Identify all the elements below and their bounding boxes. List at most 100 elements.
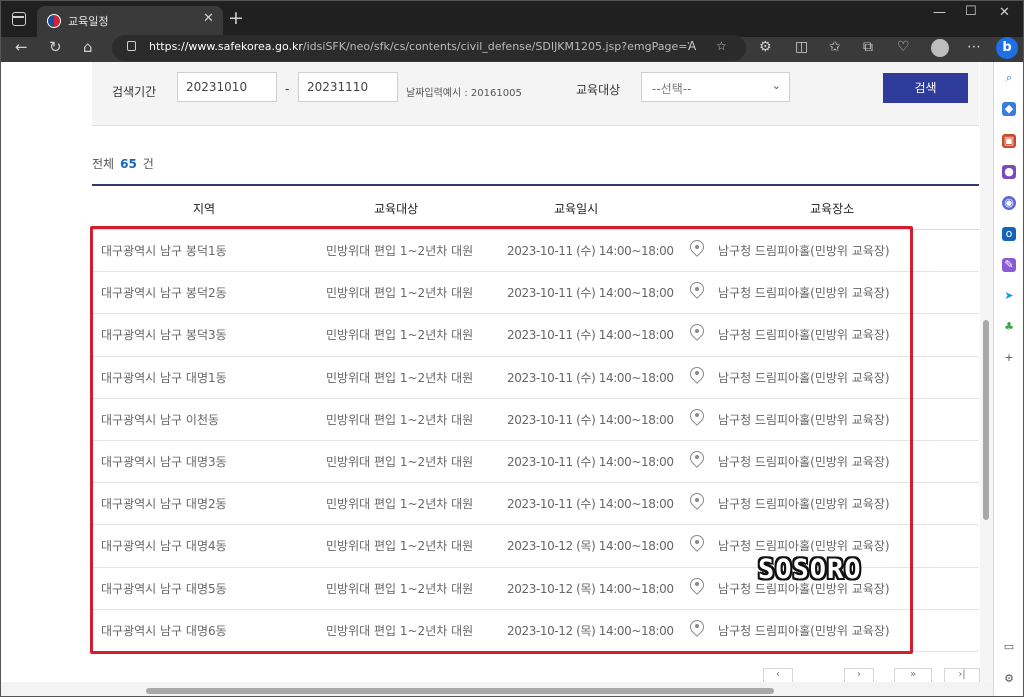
cell-region: 대구광역시 남구 대명4동: [101, 539, 227, 554]
pager-extra-button[interactable]: ›|: [944, 668, 980, 682]
read-aloud-icon[interactable]: A: [688, 39, 696, 53]
sidebar-settings-icon[interactable]: ⚙: [1002, 672, 1016, 686]
cell-place: 남구청 드림피아홀(민방위 교육장): [718, 623, 890, 638]
designer-icon[interactable]: ✎: [1002, 258, 1016, 272]
back-icon[interactable]: ←: [15, 38, 28, 56]
home-icon[interactable]: ⌂: [83, 38, 93, 56]
workspaces-icon[interactable]: [12, 12, 26, 26]
close-window-icon[interactable]: ✕: [999, 5, 1010, 20]
minimize-icon[interactable]: —: [933, 5, 946, 20]
tools-briefcase-icon[interactable]: ▣: [1002, 134, 1016, 148]
cell-region: 대구광역시 남구 봉덕1동: [101, 244, 227, 258]
browser-tab[interactable]: 교육일정 ✕: [37, 6, 223, 37]
tree-icon[interactable]: ♣: [1002, 320, 1016, 334]
map-pin-icon[interactable]: [690, 451, 704, 471]
end-date-input[interactable]: 20231110: [298, 72, 398, 102]
table-header: 지역 교육대상 교육일시 교육장소: [92, 184, 979, 230]
map-pin-icon[interactable]: [690, 324, 704, 344]
target-select-value: --선택--: [652, 82, 692, 96]
pager-next-button[interactable]: ›: [844, 668, 874, 682]
table-row[interactable]: 대구광역시 남구 대명6동 민방위대 편입 1~2년차 대원 2023-10-12 …: [92, 610, 979, 652]
cell-place: 남구청 드림피아홀(민방위 교육장): [718, 328, 890, 343]
chevron-down-icon: ⌄: [771, 79, 781, 92]
table-row[interactable]: 대구광역시 남구 봉덕2동 민방위대 편입 1~2년차 대원 2023-10-11 …: [92, 272, 979, 315]
horizontal-scroll-thumb[interactable]: [146, 688, 774, 694]
cell-region: 대구광역시 남구 이천동: [101, 412, 220, 427]
address-bar[interactable]: https://www.safekorea.go.kr/idsiSFK/neo/…: [112, 35, 746, 61]
total-number: 65: [120, 157, 137, 171]
vertical-scroll-thumb[interactable]: [983, 320, 989, 520]
map-pin-icon[interactable]: [690, 282, 704, 302]
copilot-icon[interactable]: ◉: [1002, 196, 1016, 210]
map-pin-icon[interactable]: [690, 367, 704, 387]
target-select[interactable]: --선택-- ⌄: [641, 72, 790, 102]
map-pin-icon[interactable]: [690, 240, 704, 260]
cell-datetime: 2023-10-11 (수) 14:00~18:00: [507, 286, 674, 301]
shopping-tag-icon[interactable]: ◆: [1002, 102, 1016, 116]
add-sidebar-app-icon[interactable]: +: [1002, 351, 1016, 365]
edge-sidebar: ⌕ ◆ ▣ ● ◉ o ✎ ➤ ♣ + ▭ ⚙: [993, 62, 1023, 696]
maximize-icon[interactable]: ☐: [965, 4, 977, 19]
url-text[interactable]: https://www.safekorea.go.kr/idsiSFK/neo/…: [149, 40, 689, 53]
search-icon[interactable]: ⌕: [1002, 71, 1016, 85]
cell-region: 대구광역시 남구 대명3동: [101, 454, 227, 469]
cell-region: 대구광역시 남구 봉덕2동: [101, 286, 227, 301]
search-panel: 검색기간 20231010 - 20231110 날짜입력예시 : 201610…: [92, 62, 979, 126]
table-row[interactable]: 대구광역시 남구 대명1동 민방위대 편입 1~2년차 대원 2023-10-11 …: [92, 357, 979, 399]
cell-target: 민방위대 편입 1~2년차 대원: [326, 370, 474, 385]
total-count: 전체 65 건: [92, 155, 154, 172]
horizontal-scrollbar[interactable]: [1, 682, 993, 696]
cell-place: 남구청 드림피아홀(민방위 교육장): [718, 370, 890, 385]
map-pin-icon[interactable]: [690, 535, 704, 555]
extensions-icon[interactable]: ⚙: [759, 39, 772, 55]
map-pin-icon[interactable]: [690, 578, 704, 598]
cell-datetime: 2023-10-11 (수) 14:00~18:00: [507, 370, 674, 385]
favorites-icon[interactable]: ✩: [829, 39, 841, 55]
vertical-scrollbar[interactable]: [980, 62, 993, 696]
cell-region: 대구광역시 남구 대명1동: [101, 370, 227, 385]
split-screen-icon[interactable]: ◫: [795, 39, 808, 55]
lock-icon[interactable]: [127, 41, 136, 51]
search-button[interactable]: 검색: [883, 73, 968, 103]
close-tab-icon[interactable]: ✕: [203, 11, 214, 26]
refresh-icon[interactable]: ↻: [49, 38, 62, 56]
table-row[interactable]: 대구광역시 남구 대명3동 민방위대 편입 1~2년차 대원 2023-10-11 …: [92, 441, 979, 484]
favorite-star-icon[interactable]: ☆: [716, 39, 727, 53]
pager-prev-button[interactable]: ‹: [763, 668, 793, 682]
browser-essentials-icon[interactable]: ♡: [897, 39, 910, 55]
cell-target: 민방위대 편입 1~2년차 대원: [326, 581, 474, 596]
target-label: 교육대상: [576, 83, 621, 97]
header-target: 교육대상: [374, 202, 419, 216]
sidebar-layout-icon[interactable]: ▭: [1002, 640, 1016, 654]
collections-icon[interactable]: ⧉: [863, 39, 873, 55]
tab-title: 교육일정: [68, 15, 109, 28]
map-pin-icon[interactable]: [690, 493, 704, 513]
more-menu-icon[interactable]: ⋯: [967, 39, 981, 55]
cell-datetime: 2023-10-12 (목) 14:00~18:00: [507, 623, 674, 638]
header-region: 지역: [193, 202, 216, 216]
header-datetime: 교육일시: [554, 202, 599, 216]
people-icon[interactable]: ●: [1002, 165, 1016, 179]
cell-target: 민방위대 편입 1~2년차 대원: [326, 497, 474, 512]
telegram-icon[interactable]: ➤: [1002, 289, 1016, 303]
new-tab-icon[interactable]: +: [228, 7, 244, 29]
table-row[interactable]: 대구광역시 남구 이천동 민방위대 편입 1~2년차 대원 2023-10-11 (…: [92, 399, 979, 441]
table-row[interactable]: 대구광역시 남구 대명2동 민방위대 편입 1~2년차 대원 2023-10-11 …: [92, 483, 979, 526]
cell-datetime: 2023-10-11 (수) 14:00~18:00: [507, 497, 674, 512]
header-place: 교육장소: [810, 202, 855, 216]
start-date-input[interactable]: 20231010: [177, 72, 277, 102]
outlook-icon[interactable]: o: [1002, 227, 1016, 241]
profile-avatar[interactable]: [931, 39, 949, 57]
table-row[interactable]: 대구광역시 남구 봉덕3동 민방위대 편입 1~2년차 대원 2023-10-11 …: [92, 314, 979, 357]
cell-target: 민방위대 편입 1~2년차 대원: [326, 623, 474, 638]
cell-target: 민방위대 편입 1~2년차 대원: [326, 412, 474, 427]
pager-last-button[interactable]: »: [894, 668, 932, 682]
bing-copilot-icon[interactable]: b: [996, 37, 1018, 59]
cell-region: 대구광역시 남구 대명6동: [101, 623, 227, 638]
cell-datetime: 2023-10-11 (수) 14:00~18:00: [507, 244, 674, 258]
total-suffix: 건: [142, 157, 154, 171]
map-pin-icon[interactable]: [690, 409, 704, 429]
tab-strip: 교육일정 ✕ + — ☐ ✕: [1, 1, 1023, 37]
table-row[interactable]: 대구광역시 남구 봉덕1동 민방위대 편입 1~2년차 대원 2023-10-11 …: [92, 230, 979, 273]
map-pin-icon[interactable]: [690, 620, 704, 640]
